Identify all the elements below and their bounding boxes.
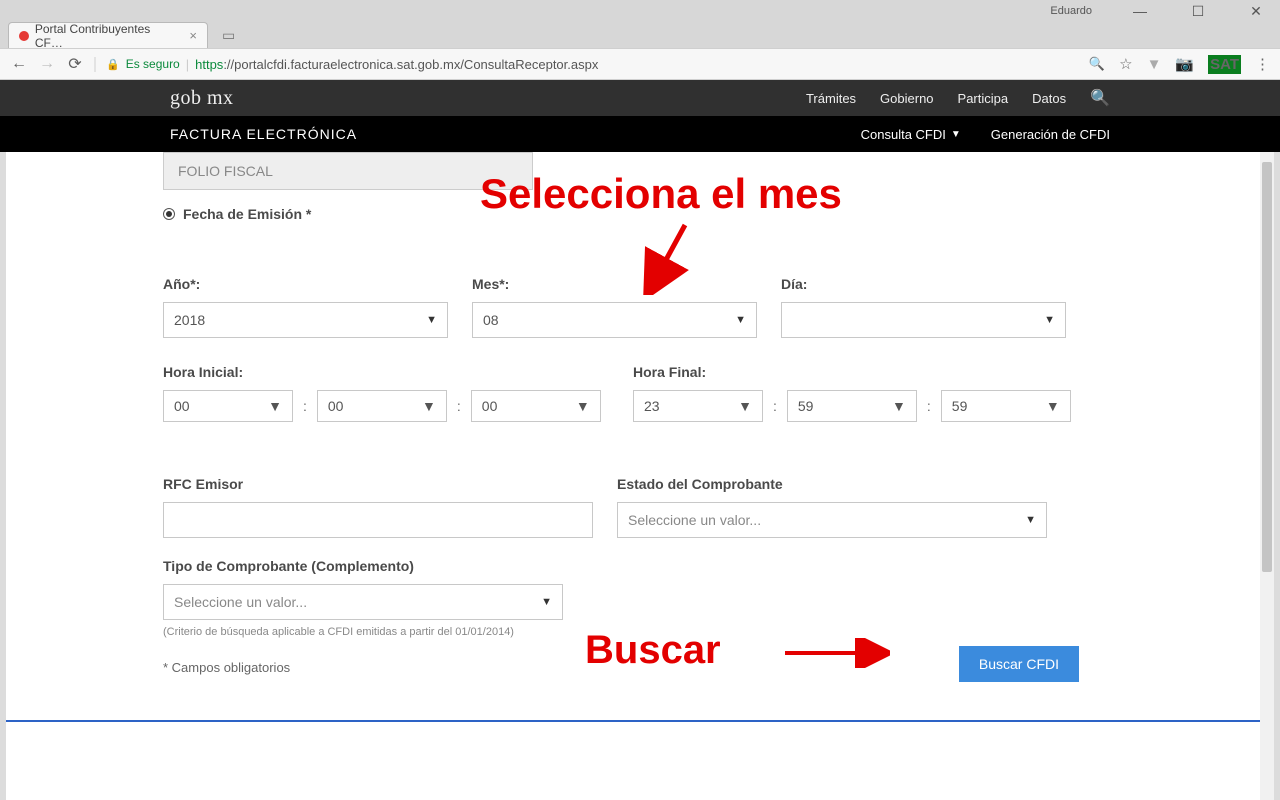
window-close-icon[interactable]: ✕ [1238,3,1274,20]
hora-inicial-h[interactable]: 00▼ [163,390,293,422]
window-minimize-icon[interactable]: — [1122,3,1158,19]
nav-gobierno[interactable]: Gobierno [880,91,933,106]
tab-close-icon[interactable]: × [189,28,197,43]
forward-icon[interactable]: → [38,55,56,73]
hora-final-s[interactable]: 59▼ [941,390,1071,422]
form-content: FOLIO FISCAL Fecha de Emisión * Año*: 20… [163,152,1103,715]
mes-select[interactable]: 08 ▼ [472,302,757,338]
subnav-consulta-cfdi[interactable]: Consulta CFDI ▼ [861,127,961,142]
buscar-cfdi-button[interactable]: Buscar CFDI [959,646,1079,682]
hora-final-h[interactable]: 23▼ [633,390,763,422]
sub-header: FACTURA ELECTRÓNICA Consulta CFDI ▼ Gene… [0,116,1280,152]
back-icon[interactable]: ← [10,55,28,73]
radio-checked-icon [163,208,175,220]
camera-icon[interactable]: 📷 [1175,55,1194,73]
reload-icon[interactable]: ⟳ [66,54,84,74]
hora-final-m[interactable]: 59▼ [787,390,917,422]
secure-label: Es seguro [126,57,180,71]
hora-final-label: Hora Final: [633,364,1093,380]
chevron-down-icon[interactable]: ▼ [1147,56,1162,73]
lock-icon: 🔒 [106,58,120,71]
chrome-menu-icon[interactable]: ⋮ [1255,55,1270,73]
browser-tab-strip: Portal Contribuyentes CF… × ▭ [0,22,1280,48]
chevron-down-icon: ▼ [426,314,437,326]
hora-inicial-label: Hora Inicial: [163,364,623,380]
rfc-emisor-input[interactable] [163,502,593,538]
gob-header: gob mx Trámites Gobierno Participa Datos… [0,80,1280,116]
url-rest: ://portalcfdi.facturaelectronica.sat.gob… [223,57,598,72]
chevron-down-icon: ▼ [735,314,746,326]
page-title: FACTURA ELECTRÓNICA [170,126,357,142]
window-titlebar: Eduardo — ☐ ✕ [0,0,1280,22]
sat-extension-icon[interactable]: SAT [1208,55,1241,74]
search-icon[interactable]: 🔍 [1090,88,1110,108]
tipo-label: Tipo de Comprobante (Complemento) [163,558,1103,574]
tab-title: Portal Contribuyentes CF… [35,22,180,50]
caret-down-icon: ▼ [951,129,961,140]
nav-datos[interactable]: Datos [1032,91,1066,106]
nav-participa[interactable]: Participa [958,91,1009,106]
browser-toolbar: ← → ⟳ 🔒 Es seguro | https://portalcfdi.f… [0,48,1280,80]
hora-inicial-s[interactable]: 00▼ [471,390,601,422]
new-tab-icon[interactable]: ▭ [214,23,243,48]
fecha-emision-radio[interactable]: Fecha de Emisión * [163,206,1103,222]
hora-inicial-m[interactable]: 00▼ [317,390,447,422]
tab-favicon-icon [19,31,29,41]
ano-label: Año*: [163,276,448,292]
url-scheme: https [195,57,223,72]
chevron-down-icon: ▼ [1044,314,1055,326]
page-viewport: FOLIO FISCAL Fecha de Emisión * Año*: 20… [6,152,1260,800]
fecha-emision-label: Fecha de Emisión * [183,206,311,222]
footer-divider [6,720,1260,722]
toolbar-right: 🔍 ☆ ▼ 📷 SAT ⋮ [1089,55,1270,74]
scrollbar-thumb[interactable] [1262,162,1272,572]
folio-fiscal-input[interactable]: FOLIO FISCAL [163,152,533,190]
subnav-generacion-cfdi[interactable]: Generación de CFDI [991,127,1110,142]
window-user: Eduardo [1050,5,1092,17]
gob-nav: Trámites Gobierno Participa Datos 🔍 [806,88,1110,108]
estado-label: Estado del Comprobante [617,476,1047,492]
tipo-select[interactable]: Seleccione un valor...▼ [163,584,563,620]
bookmark-icon[interactable]: ☆ [1119,55,1132,73]
mes-label: Mes*: [472,276,757,292]
nav-tramites[interactable]: Trámites [806,91,856,106]
window-maximize-icon[interactable]: ☐ [1180,3,1216,20]
estado-select[interactable]: Seleccione un valor...▼ [617,502,1047,538]
ano-select[interactable]: 2018 ▼ [163,302,448,338]
dia-label: Día: [781,276,1066,292]
rfc-emisor-label: RFC Emisor [163,476,593,492]
browser-tab[interactable]: Portal Contribuyentes CF… × [8,22,208,48]
gob-logo[interactable]: gob mx [170,87,234,110]
zoom-icon[interactable]: 🔍 [1089,56,1105,72]
dia-select[interactable]: ▼ [781,302,1066,338]
criterio-hint: (Criterio de búsqueda aplicable a CFDI e… [163,626,1103,638]
scrollbar-track[interactable] [1260,152,1274,800]
address-bar[interactable]: 🔒 Es seguro | https://portalcfdi.factura… [94,57,1079,72]
